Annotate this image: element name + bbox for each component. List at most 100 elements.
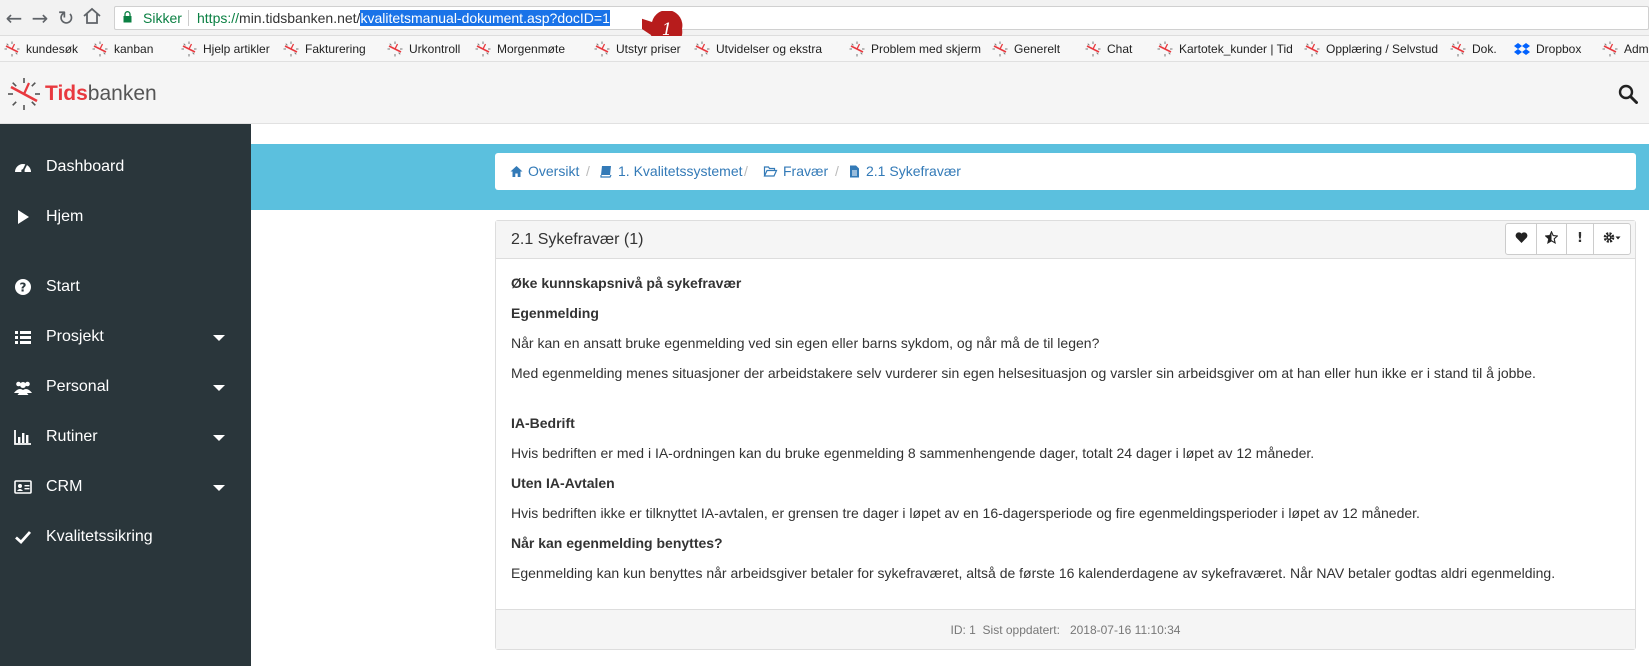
sidebar-item-label: CRM (46, 478, 83, 495)
bookmark-label: Problem med skjerm (871, 42, 982, 56)
tidsbanken-favicon-icon (181, 41, 197, 57)
forward-arrow-icon[interactable]: → (29, 7, 51, 29)
bookmark-item[interactable]: Hjelp artikler (181, 40, 281, 58)
sidebar-item-kvalitetssikring[interactable]: Kvalitetssikring (0, 514, 251, 560)
search-icon[interactable] (1618, 84, 1638, 104)
rate-button[interactable] (1536, 223, 1567, 255)
favorite-button[interactable] (1505, 223, 1537, 255)
bookmark-item[interactable]: Dok. (1450, 40, 1512, 58)
url-input[interactable]: Sikker https://min.tidsbanken.net/kvalit… (114, 6, 1649, 30)
sidebar-item-label: Hjem (46, 208, 84, 225)
doc-paragraph: Når kan en ansatt bruke egenmelding ved … (511, 335, 1100, 351)
bookmark-label: Hjelp artikler (203, 42, 270, 56)
sidebar-item-start[interactable]: ? Start (0, 264, 251, 310)
tidsbanken-favicon-icon (1085, 41, 1101, 57)
chevron-down-icon (213, 385, 225, 391)
question-circle-icon: ? (15, 279, 31, 295)
breadcrumb-separator: / (835, 163, 839, 179)
home-icon[interactable] (81, 6, 103, 28)
bookmark-item[interactable]: Morgenmøte (475, 40, 591, 58)
breadcrumb-item-sykefravaer[interactable]: 2.1 Sykefravær (848, 163, 961, 179)
url-host: min.tidsbanken.net/ (239, 10, 361, 26)
doc-heading: Når kan egenmelding benyttes? (511, 535, 723, 551)
home-icon (510, 166, 523, 177)
bookmark-item[interactable]: kundesøk (4, 40, 90, 58)
omnibox-divider (188, 10, 189, 26)
document-panel: 2.1 Sykefravær (1) ! Øke kunnskapsnivå p… (495, 220, 1636, 650)
bookmark-label: Opplæring / Selvstud (1326, 42, 1439, 56)
bookmark-item[interactable]: Fakturering (283, 40, 385, 58)
bookmark-item[interactable]: Opplæring / Selvstud (1304, 40, 1448, 58)
logo-text-bold: Tids (45, 82, 88, 105)
tidsbanken-favicon-icon (1602, 41, 1618, 57)
bookmarks-bar: kundesøk kanban Hjelp artikler Fakturering U… (0, 36, 1649, 62)
sidebar-item-label: Rutiner (46, 428, 98, 445)
breadcrumb-item-fravaer[interactable]: Fravær (763, 163, 828, 179)
tidsbanken-favicon-icon (1450, 41, 1466, 57)
doc-heading: IA-Bedrift (511, 415, 575, 431)
bookmark-item[interactable]: Utvidelser og ekstra (694, 40, 846, 58)
app-header: Tidsbanken (0, 62, 1649, 124)
sidebar-item-label: Kvalitetssikring (46, 528, 153, 545)
gear-icon (1603, 232, 1621, 243)
breadcrumb-label: 1. Kvalitetssystemet (618, 163, 743, 179)
sidebar-item-label: Personal (46, 378, 110, 395)
bookmark-label: Adm (1624, 42, 1649, 56)
tidsbanken-favicon-icon (92, 41, 108, 57)
sidebar-item-hjem[interactable]: Hjem (0, 194, 251, 240)
sidebar-item-personal[interactable]: Personal (0, 364, 251, 410)
reload-icon[interactable]: ↻ (55, 7, 77, 29)
back-arrow-icon[interactable]: ← (3, 7, 25, 29)
sidebar-item-crm[interactable]: CRM (0, 464, 251, 510)
doc-paragraph: Egenmelding kan kun benyttes når arbeids… (511, 565, 1556, 581)
sidebar: Dashboard Hjem ? Start Prosjekt Personal (0, 124, 251, 666)
svg-text:?: ? (20, 281, 27, 295)
bookmark-label: Utvidelser og ekstra (716, 42, 823, 56)
tidsbanken-favicon-icon (4, 41, 20, 57)
exclamation-icon: ! (1577, 231, 1583, 246)
star-half-icon (1544, 230, 1559, 245)
doc-heading: Uten IA-Avtalen (511, 475, 615, 491)
bookmark-item[interactable]: Urkontroll (387, 40, 473, 58)
tidsbanken-favicon-icon (694, 41, 710, 57)
doc-paragraph: Med egenmelding menes situasjoner der ar… (511, 365, 1536, 381)
tidsbanken-logo-text[interactable]: Tidsbanken (45, 82, 157, 106)
bookmark-label: Chat (1107, 42, 1133, 56)
document-title: 2.1 Sykefravær (1) (511, 231, 644, 248)
sidebar-item-rutiner[interactable]: Rutiner (0, 414, 251, 460)
tidsbanken-logo-icon (8, 78, 40, 110)
doc-paragraph: Hvis bedriften ikke er tilknyttet IA-avt… (511, 505, 1420, 521)
bookmark-label: Morgenmøte (497, 42, 566, 56)
heart-icon (1515, 232, 1527, 243)
file-text-icon (850, 165, 859, 178)
dashboard-icon (15, 163, 31, 173)
book-icon (600, 166, 612, 178)
bookmark-item[interactable]: Problem med skjerm (849, 40, 989, 58)
document-actions: ! (1505, 223, 1631, 255)
sidebar-item-dashboard[interactable]: Dashboard (0, 144, 251, 190)
bookmark-item[interactable]: Generelt (992, 40, 1082, 58)
tidsbanken-favicon-icon (1304, 41, 1320, 57)
document-id: ID: 1 (950, 623, 976, 637)
tidsbanken-favicon-icon (594, 41, 610, 57)
breadcrumb-label: 2.1 Sykefravær (866, 163, 961, 179)
bookmark-item[interactable]: Kartotek_kunder | Tid (1157, 40, 1301, 58)
report-button[interactable]: ! (1566, 223, 1594, 255)
bookmark-item[interactable]: Utstyr priser (594, 40, 692, 58)
sidebar-item-prosjekt[interactable]: Prosjekt (0, 314, 251, 360)
breadcrumb-item-oversikt[interactable]: Oversikt (510, 163, 579, 179)
url-path-selected: kvalitetsmanual-dokument.asp?docID=1 (360, 10, 610, 26)
browser-address-bar: ← → ↻ Sikker https://min.tidsbanken.net/… (0, 0, 1649, 47)
breadcrumb-separator: / (744, 163, 748, 179)
users-icon (14, 381, 32, 395)
bookmark-label: Fakturering (305, 42, 366, 56)
bookmark-item[interactable]: Chat (1085, 40, 1155, 58)
settings-dropdown-button[interactable] (1593, 223, 1631, 255)
bookmark-item[interactable]: Dropbox (1514, 40, 1600, 58)
bookmark-item[interactable]: kanban (92, 40, 178, 58)
breadcrumb-item-kvalitetssystemet[interactable]: 1. Kvalitetssystemet (600, 163, 743, 179)
bookmark-label: Dropbox (1536, 42, 1582, 56)
bookmark-item[interactable]: Adm (1602, 40, 1649, 58)
doc-paragraph: Hvis bedriften er med i IA-ordningen kan… (511, 445, 1315, 461)
bookmark-label: kanban (114, 42, 154, 56)
